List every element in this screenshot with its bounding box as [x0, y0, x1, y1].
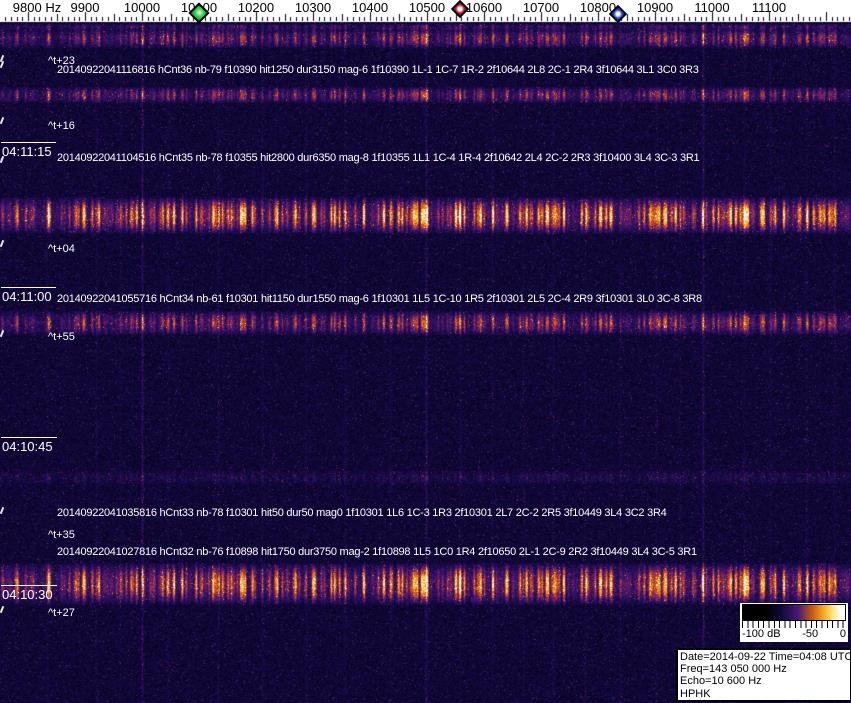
- app-window: 9800 Hz 9900 10000 10100 10200 10300 104…: [0, 0, 851, 703]
- axis-tick-label: 10900: [636, 0, 674, 15]
- axis-tick-label: 9800 Hz: [12, 0, 62, 15]
- legend-label-min: -100 dB: [742, 628, 781, 640]
- event-data-line: 20140922041027816 hCnt32 nb-76 f10898 hi…: [57, 546, 697, 558]
- spectrogram-display: [0, 0, 851, 703]
- axis-tick-label: 10500: [408, 0, 446, 15]
- event-time-offset: ^t+04: [48, 243, 75, 255]
- event-data-line: 20140922041035816 hCnt33 nb-78 f10301 hi…: [57, 507, 667, 519]
- axis-tick-label: 10600: [465, 0, 503, 15]
- color-scale-ticks: [742, 621, 846, 628]
- time-label: 04:10:30: [1, 585, 57, 602]
- event-data-line: 20140922041116816 hCnt36 nb-79 f10390 hi…: [57, 64, 699, 76]
- event-data-line: 20140922041104516 hCnt35 nb-78 f10355 hi…: [57, 152, 700, 164]
- time-label: 04:10:45: [1, 437, 57, 454]
- event-time-offset: ^t+16: [48, 120, 75, 132]
- event-time-offset: ^t+35: [48, 529, 75, 541]
- info-station: HPHK: [680, 687, 711, 700]
- time-label: 04:11:15: [1, 142, 56, 159]
- legend-label-mid: -50: [802, 628, 819, 640]
- legend-label-max: 0: [839, 628, 846, 640]
- color-scale-gradient: [742, 604, 846, 621]
- event-time-offset: ^t+27: [48, 607, 75, 619]
- axis-tick-label: 10700: [522, 0, 560, 15]
- status-info-box: Date=2014-09-22 Time=04:08 UTC Freq=143 …: [676, 648, 851, 702]
- info-echo: Echo=10 600 Hz: [680, 675, 762, 688]
- event-data-line: 20140922041055716 hCnt34 nb-61 f10301 hi…: [57, 293, 702, 305]
- info-frequency: Freq=143 050 000 Hz: [680, 663, 787, 676]
- axis-tick-label: 11000: [694, 0, 730, 15]
- event-time-offset: ^t+55: [48, 331, 75, 343]
- axis-tick-label: 10300: [294, 0, 332, 15]
- axis-tick-label: 9900: [70, 0, 100, 15]
- frequency-axis: 9800 Hz 9900 10000 10100 10200 10300 104…: [0, 0, 851, 22]
- axis-tick-label: 10200: [237, 0, 275, 15]
- axis-tick-label: 10400: [351, 0, 389, 15]
- color-scale-legend: -100 dB -50 0: [740, 603, 848, 642]
- info-date-time: Date=2014-09-22 Time=04:08 UTC: [680, 651, 851, 663]
- axis-tick-label: 10000: [123, 0, 161, 15]
- axis-tick-label: 11100: [751, 0, 787, 15]
- time-label: 04:11:00: [1, 287, 56, 304]
